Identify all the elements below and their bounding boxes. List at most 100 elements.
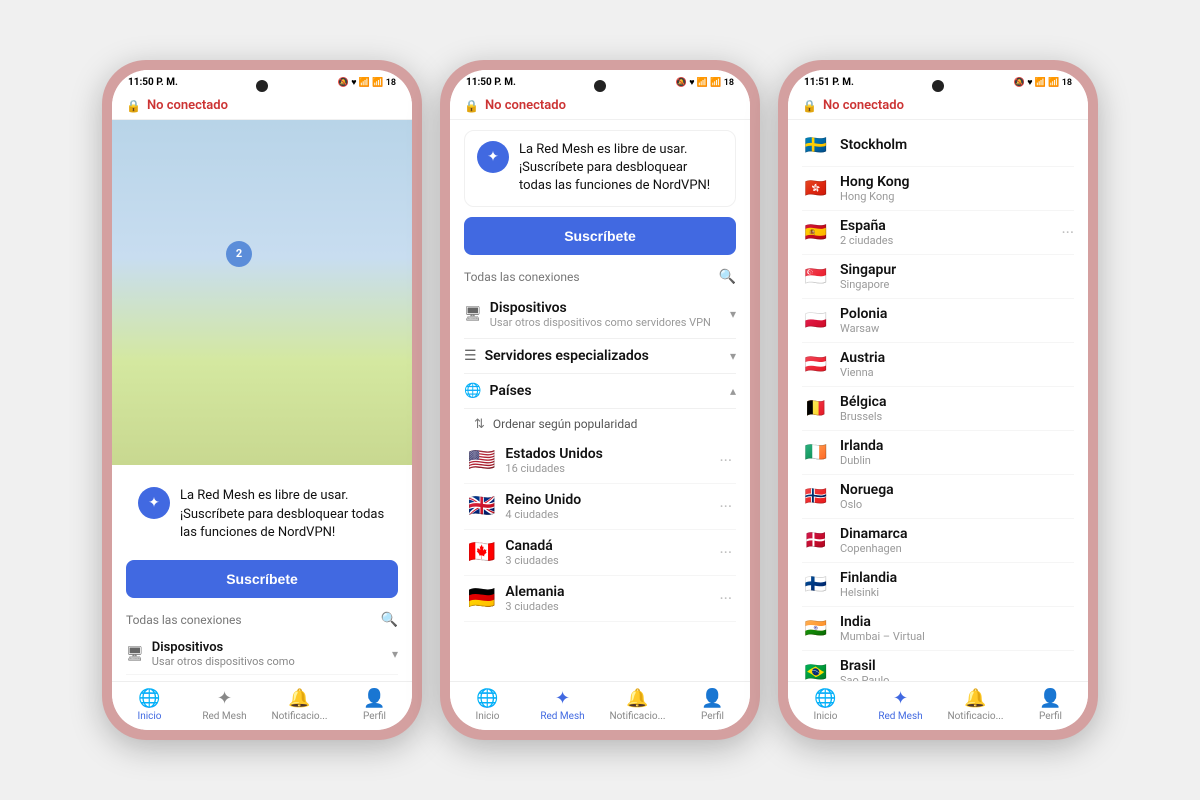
- nav-notif-2[interactable]: 🔔 Notificacio...: [600, 688, 675, 722]
- section-icon-especializados: ☰: [464, 348, 477, 364]
- not-connected-bar-2: 🔒 No conectado: [450, 92, 750, 120]
- dots-espana[interactable]: ···: [1061, 223, 1074, 242]
- nav-redmesh-label-2: Red Mesh: [540, 711, 584, 722]
- sort-label-2: Ordenar según popularidad: [493, 417, 637, 431]
- phone-1: 11:50 P. M. 🔕 ♥ 📶 📶 18 🔒 No conectado 2 …: [102, 60, 422, 740]
- nav-redmesh-label-1: Red Mesh: [202, 711, 246, 722]
- dots-canada[interactable]: ···: [719, 543, 732, 562]
- lock-icon-2: 🔒: [464, 99, 479, 113]
- nav-inicio-1[interactable]: 🌐 Inicio: [112, 688, 187, 722]
- nav-inicio-icon-2: 🌐: [476, 688, 498, 709]
- row-finlandia[interactable]: 🇫🇮 Finlandia Helsinki: [802, 563, 1074, 607]
- name-belgica: Bélgica: [840, 394, 886, 410]
- country-usa[interactable]: 🇺🇸 Estados Unidos 16 ciudades ···: [464, 438, 736, 484]
- section-icon-paises: 🌐: [464, 383, 481, 399]
- nav-perfil-1[interactable]: 👤 Perfil: [337, 688, 412, 722]
- nav-perfil-2[interactable]: 👤 Perfil: [675, 688, 750, 722]
- flag-uk: 🇬🇧: [468, 494, 495, 519]
- section-especializados-2[interactable]: ☰ Servidores especializados ▾: [464, 339, 736, 374]
- connections-label-1: Todas las conexiones: [126, 613, 242, 627]
- nav-inicio-3[interactable]: 🌐 Inicio: [788, 688, 863, 722]
- lock-icon-3: 🔒: [802, 99, 817, 113]
- nav-inicio-2[interactable]: 🌐 Inicio: [450, 688, 525, 722]
- nav-perfil-3[interactable]: 👤 Perfil: [1013, 688, 1088, 722]
- flag-austria: 🇦🇹: [802, 351, 830, 379]
- promo-text-2: La Red Mesh es libre de usar. ¡Suscríbet…: [519, 141, 723, 196]
- row-irlanda[interactable]: 🇮🇪 Irlanda Dublin: [802, 431, 1074, 475]
- flag-irlanda: 🇮🇪: [802, 439, 830, 467]
- nav-redmesh-icon-3: ✦: [893, 688, 908, 709]
- sub-noruega: Oslo: [840, 498, 894, 511]
- map-dot-1: 2: [226, 241, 252, 267]
- nav-redmesh-3[interactable]: ✦ Red Mesh: [863, 688, 938, 722]
- sub-brasil: Sao Paulo: [840, 674, 889, 681]
- country-list-3: 🇸🇪 Stockholm 🇭🇰 Hong Kong Hong Kong: [788, 120, 1088, 681]
- subscribe-btn-1[interactable]: Suscríbete: [126, 560, 398, 598]
- nav-notif-label-1: Notificacio...: [271, 711, 327, 722]
- status-icons-2: 🔕 ♥ 📶 📶 18: [676, 77, 734, 88]
- dots-uk[interactable]: ···: [719, 497, 732, 516]
- dots-germany[interactable]: ···: [719, 589, 732, 608]
- row-austria[interactable]: 🇦🇹 Austria Vienna: [802, 343, 1074, 387]
- nav-perfil-icon-2: 👤: [701, 688, 723, 709]
- promo-card-1: ✦ La Red Mesh es libre de usar. ¡Suscríb…: [126, 477, 398, 552]
- section-dispositivos-2[interactable]: 🖥 Dispositivos Usar otros dispositivos c…: [464, 291, 736, 339]
- sort-row-2: ⇅ Ordenar según popularidad: [464, 409, 736, 438]
- sub-india: Mumbai – Virtual: [840, 630, 925, 643]
- country-cities-germany: 3 ciudades: [505, 600, 564, 613]
- country-canada[interactable]: 🇨🇦 Canadá 3 ciudades ···: [464, 530, 736, 576]
- country-germany[interactable]: 🇩🇪 Alemania 3 ciudades ···: [464, 576, 736, 622]
- section-paises-2[interactable]: 🌐 Países ▴: [464, 374, 736, 409]
- flag-hongkong: 🇭🇰: [802, 175, 830, 203]
- dots-usa[interactable]: ···: [719, 451, 732, 470]
- flag-belgica: 🇧🇪: [802, 395, 830, 423]
- nav-inicio-label-2: Inicio: [475, 711, 499, 722]
- connections-header-2: Todas las conexiones 🔍: [464, 265, 736, 291]
- section-sub-dispositivos: Usar otros dispositivos como servidores …: [490, 316, 711, 329]
- search-icon-2[interactable]: 🔍: [719, 269, 736, 285]
- sub-irlanda: Dublin: [840, 454, 883, 467]
- conn-item-1[interactable]: 🖥 Dispositivos Usar otros dispositivos c…: [126, 634, 398, 675]
- nav-perfil-icon-1: 👤: [363, 688, 385, 709]
- nav-notif-3[interactable]: 🔔 Notificacio...: [938, 688, 1013, 722]
- row-stockholm[interactable]: 🇸🇪 Stockholm: [802, 124, 1074, 167]
- country-name-usa: Estados Unidos: [505, 446, 602, 462]
- sub-belgica: Brussels: [840, 410, 886, 423]
- row-polonia[interactable]: 🇵🇱 Polonia Warsaw: [802, 299, 1074, 343]
- row-brasil[interactable]: 🇧🇷 Brasil Sao Paulo: [802, 651, 1074, 681]
- search-icon-1[interactable]: 🔍: [381, 612, 398, 628]
- row-belgica[interactable]: 🇧🇪 Bélgica Brussels: [802, 387, 1074, 431]
- country-uk[interactable]: 🇬🇧 Reino Unido 4 ciudades ···: [464, 484, 736, 530]
- nav-redmesh-label-3: Red Mesh: [878, 711, 922, 722]
- row-dinamarca[interactable]: 🇩🇰 Dinamarca Copenhagen: [802, 519, 1074, 563]
- name-austria: Austria: [840, 350, 885, 366]
- row-india[interactable]: 🇮🇳 India Mumbai – Virtual: [802, 607, 1074, 651]
- section-title-especializados: Servidores especializados: [485, 348, 649, 364]
- row-singapur[interactable]: 🇸🇬 Singapur Singapore: [802, 255, 1074, 299]
- promo-card-2: ✦ La Red Mesh es libre de usar. ¡Suscríb…: [464, 130, 736, 207]
- sub-dinamarca: Copenhagen: [840, 542, 908, 555]
- subscribe-btn-2[interactable]: Suscríbete: [464, 217, 736, 255]
- sub-espana: 2 ciudades: [840, 234, 893, 247]
- name-india: India: [840, 614, 925, 630]
- flag-dinamarca: 🇩🇰: [802, 527, 830, 555]
- not-connected-bar-1: 🔒 No conectado: [112, 92, 412, 120]
- name-irlanda: Irlanda: [840, 438, 883, 454]
- name-noruega: Noruega: [840, 482, 894, 498]
- nav-redmesh-1[interactable]: ✦ Red Mesh: [187, 688, 262, 722]
- sub-finlandia: Helsinki: [840, 586, 897, 599]
- phones-container: 11:50 P. M. 🔕 ♥ 📶 📶 18 🔒 No conectado 2 …: [82, 40, 1118, 760]
- nav-redmesh-2[interactable]: ✦ Red Mesh: [525, 688, 600, 722]
- status-icons-3: 🔕 ♥ 📶 📶 18: [1014, 77, 1072, 88]
- nav-notif-1[interactable]: 🔔 Notificacio...: [262, 688, 337, 722]
- chevron-especializados: ▾: [730, 349, 736, 363]
- connections-header-1: Todas las conexiones 🔍: [126, 608, 398, 634]
- row-espana[interactable]: 🇪🇸 España 2 ciudades ···: [802, 211, 1074, 255]
- row-hongkong[interactable]: 🇭🇰 Hong Kong Hong Kong: [802, 167, 1074, 211]
- nc-text-2: No conectado: [485, 98, 566, 113]
- row-noruega[interactable]: 🇳🇴 Noruega Oslo: [802, 475, 1074, 519]
- name-stockholm: Stockholm: [840, 137, 907, 153]
- promo-text-1: La Red Mesh es libre de usar. ¡Suscríbet…: [180, 487, 386, 542]
- bottom-nav-3: 🌐 Inicio ✦ Red Mesh 🔔 Notificacio... 👤 P…: [788, 681, 1088, 730]
- phone-3: 11:51 P. M. 🔕 ♥ 📶 📶 18 🔒 No conectado 🇸🇪…: [778, 60, 1098, 740]
